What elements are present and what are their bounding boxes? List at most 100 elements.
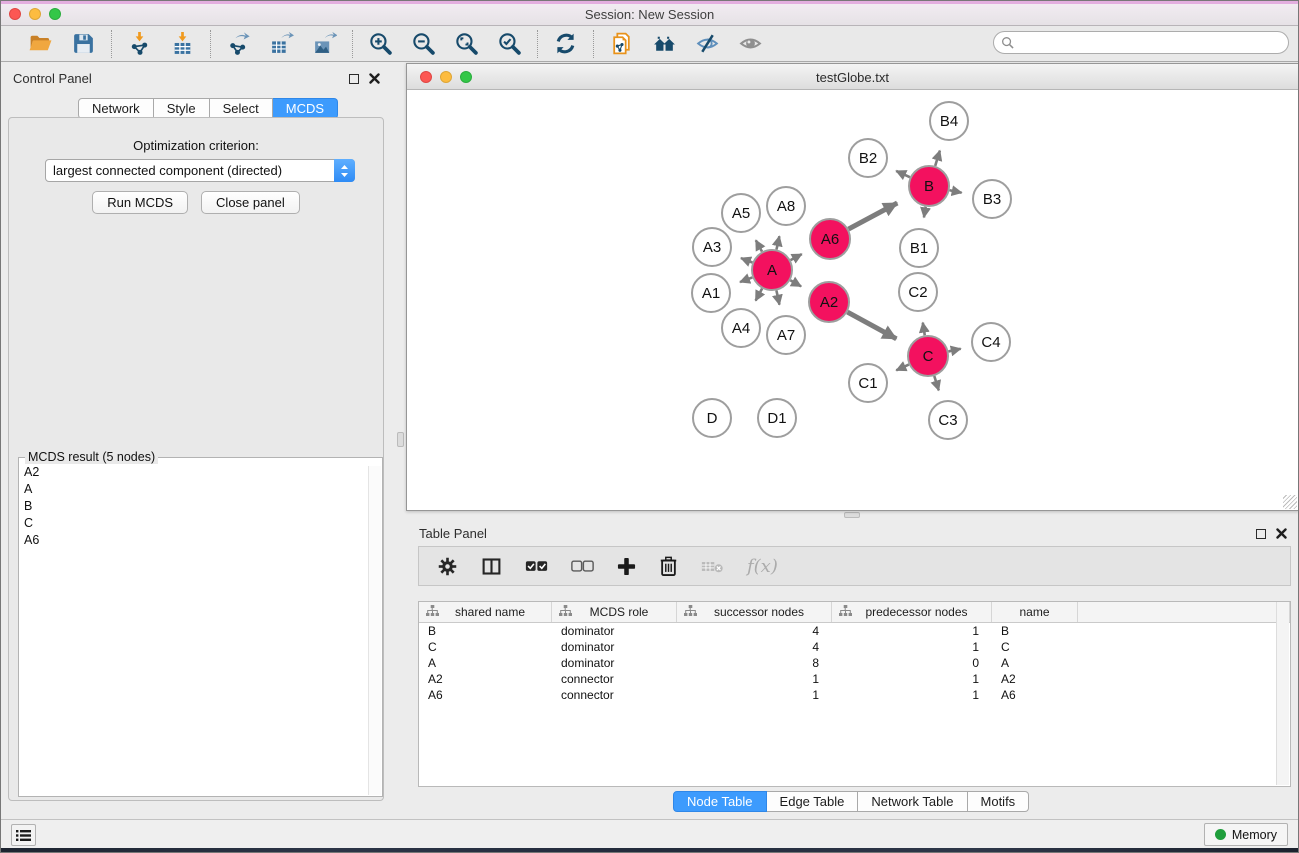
table-cell[interactable]: A2 [992,671,1078,687]
edge-A-A8[interactable] [776,236,779,249]
run-mcds-button[interactable]: Run MCDS [92,191,188,214]
node-C[interactable]: C [908,336,948,376]
table-cell[interactable]: 1 [832,623,992,639]
export-image-icon[interactable] [311,30,338,57]
table-cell[interactable]: 1 [832,639,992,655]
table-cell[interactable]: 1 [832,687,992,703]
network-canvas[interactable]: AA1A2A3A4A5A6A7A8BB1B2B3B4CC1C2C3C4DD1 [407,90,1298,510]
column-header-predecessor-nodes[interactable]: predecessor nodes [832,602,992,622]
node-A3[interactable]: A3 [693,228,731,266]
table-cell[interactable]: dominator [552,623,677,639]
edge-C-C4[interactable] [948,349,960,352]
close-panel-icon[interactable] [369,73,380,84]
node-C1[interactable]: C1 [849,364,887,402]
zoom-out-icon[interactable] [410,30,437,57]
select-all-columns-icon[interactable] [525,559,548,574]
table-scrollbar[interactable] [1276,602,1289,785]
edge-A-A6[interactable] [791,254,802,260]
home-network-icon[interactable] [651,30,678,57]
horizontal-split-handle[interactable] [844,512,860,518]
table-cell[interactable]: A6 [419,687,552,703]
tab-style[interactable]: Style [154,98,210,119]
mcds-result-item[interactable]: A2 [19,464,366,481]
table-cell[interactable]: 8 [677,655,832,671]
node-B2[interactable]: B2 [849,139,887,177]
tab-mcds[interactable]: MCDS [273,98,338,119]
edge-A-A1[interactable] [740,277,752,282]
table-cell[interactable]: connector [552,687,677,703]
memory-button[interactable]: Memory [1204,823,1288,846]
export-table-icon[interactable] [268,30,295,57]
delete-column-trash-icon[interactable] [659,556,678,576]
column-header-successor-nodes[interactable]: successor nodes [677,602,832,622]
mcds-result-scrollbar[interactable] [368,466,381,795]
table-row[interactable]: Adominator80A [419,655,1290,671]
table-row[interactable]: A2connector11A2 [419,671,1290,687]
table-cell[interactable]: 1 [832,671,992,687]
node-A5[interactable]: A5 [722,194,760,232]
node-B3[interactable]: B3 [973,180,1011,218]
show-columns-icon[interactable] [481,556,502,577]
network-window-titlebar[interactable]: testGlobe.txt [407,64,1298,90]
edge-A2-C[interactable] [847,312,896,339]
table-cell[interactable]: B [992,623,1078,639]
edge-B-B3[interactable] [950,190,962,192]
close-table-panel-icon[interactable] [1276,528,1287,539]
edge-A-A3[interactable] [741,258,752,262]
edge-B-B1[interactable] [924,207,926,218]
add-column-icon[interactable] [617,557,636,576]
edge-A-A7[interactable] [776,291,779,305]
criterion-dropdown[interactable]: largest connected component (directed) [45,159,355,182]
edge-A-A2[interactable] [790,280,801,286]
table-cell[interactable]: A2 [419,671,552,687]
open-file-icon[interactable] [27,30,54,57]
table-row[interactable]: Bdominator41B [419,623,1290,639]
node-A6[interactable]: A6 [810,219,850,259]
table-cell[interactable]: dominator [552,655,677,671]
table-cell[interactable]: 4 [677,623,832,639]
table-cell[interactable]: 0 [832,655,992,671]
node-D1[interactable]: D1 [758,399,796,437]
save-session-icon[interactable] [70,30,97,57]
table-cell[interactable]: dominator [552,639,677,655]
edge-A6-B[interactable] [849,203,898,229]
node-A4[interactable]: A4 [722,309,760,347]
table-cell[interactable]: 1 [677,687,832,703]
table-cell[interactable]: connector [552,671,677,687]
zoom-fit-icon[interactable] [453,30,480,57]
table-cell[interactable]: A6 [992,687,1078,703]
node-A1[interactable]: A1 [692,274,730,312]
table-cell[interactable]: C [992,639,1078,655]
column-header-name[interactable]: name [992,602,1078,622]
node-A2[interactable]: A2 [809,282,849,322]
table-row[interactable]: Cdominator41C [419,639,1290,655]
edge-C-C3[interactable] [934,376,938,390]
node-C4[interactable]: C4 [972,323,1010,361]
edge-C-C1[interactable] [896,365,909,371]
zoom-in-icon[interactable] [367,30,394,57]
deselect-all-columns-icon[interactable] [571,559,594,574]
table-cell[interactable]: B [419,623,552,639]
edge-B-B4[interactable] [935,151,940,166]
column-header-shared-name[interactable]: shared name [419,602,552,622]
table-row[interactable]: A6connector11A6 [419,687,1290,703]
refresh-icon[interactable] [552,30,579,57]
task-history-button[interactable] [11,824,36,846]
import-network-icon[interactable] [126,30,153,57]
tab-node-table[interactable]: Node Table [673,791,767,812]
export-network-icon[interactable] [225,30,252,57]
zoom-selected-icon[interactable] [496,30,523,57]
table-cell[interactable]: A [992,655,1078,671]
float-panel-icon[interactable] [349,74,359,84]
tab-edge-table[interactable]: Edge Table [767,791,859,812]
node-C2[interactable]: C2 [899,273,937,311]
window-resize-grip[interactable] [1283,495,1297,509]
hide-selected-icon[interactable] [694,30,721,57]
node-A8[interactable]: A8 [767,187,805,225]
table-cell[interactable]: 4 [677,639,832,655]
show-eye-icon[interactable] [737,30,764,57]
network-document-icon[interactable] [608,30,635,57]
close-panel-button[interactable]: Close panel [201,191,300,214]
mcds-result-item[interactable]: B [19,498,366,515]
edge-B-B2[interactable] [896,171,910,177]
